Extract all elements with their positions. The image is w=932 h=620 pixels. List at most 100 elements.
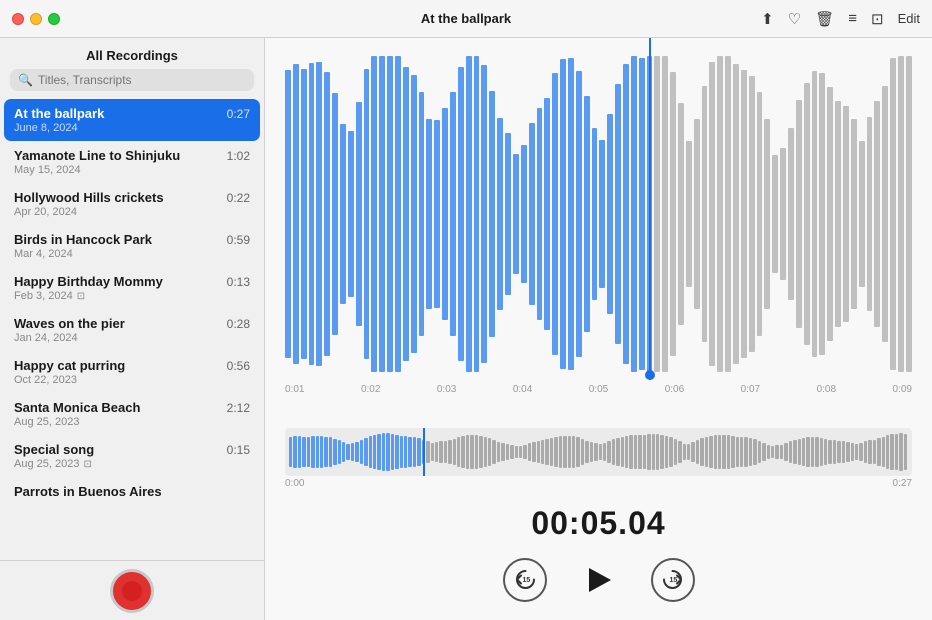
recordings-list: At the ballpark 0:27 June 8, 2024 Yamano… xyxy=(0,99,264,560)
waveform-bar xyxy=(725,56,731,371)
mini-bar xyxy=(855,444,858,460)
waveform-bar xyxy=(576,71,582,356)
recording-item[interactable]: Happy cat purring 0:56 Oct 22, 2023 xyxy=(0,351,264,393)
maximize-button[interactable] xyxy=(48,13,60,25)
mini-bar xyxy=(572,436,575,467)
skip-back-button[interactable]: 15 xyxy=(503,558,547,602)
waveform-bar xyxy=(285,70,291,359)
recording-duration: 0:15 xyxy=(227,443,250,457)
waveform-bar xyxy=(419,92,425,336)
mini-bar xyxy=(448,440,451,463)
mini-bar xyxy=(563,436,566,469)
time-label: 0:04 xyxy=(513,384,532,396)
skip-back-icon: 15 xyxy=(513,568,537,592)
waveform-bar xyxy=(804,83,810,346)
recording-item[interactable]: Yamanote Line to Shinjuku 1:02 May 15, 2… xyxy=(0,141,264,183)
recording-date: Aug 25, 2023 xyxy=(14,458,79,470)
mini-bar xyxy=(758,441,761,463)
mini-bar xyxy=(616,438,619,467)
recording-item[interactable]: Birds in Hancock Park 0:59 Mar 4, 2024 xyxy=(0,225,264,267)
close-button[interactable] xyxy=(12,13,24,25)
main-waveform[interactable] xyxy=(285,48,912,380)
mini-bar xyxy=(828,440,831,464)
recording-title: Birds in Hancock Park xyxy=(14,232,152,247)
time-label: 0:05 xyxy=(589,384,608,396)
waveform-bar xyxy=(364,69,370,360)
recording-item[interactable]: At the ballpark 0:27 June 8, 2024 xyxy=(4,99,260,141)
mini-bar xyxy=(576,437,579,466)
recording-date: May 15, 2024 xyxy=(14,164,81,176)
recording-item[interactable]: Waves on the pier 0:28 Jan 24, 2024 xyxy=(0,309,264,351)
share-icon[interactable]: ⬆ xyxy=(761,10,774,28)
mini-bar xyxy=(678,441,681,462)
recording-title: Happy Birthday Mommy xyxy=(14,274,163,289)
mini-bar xyxy=(634,435,637,469)
mini-bar xyxy=(744,437,747,466)
titlebar-actions: ⬆ ♡ 🗑 ≡ ⊡ Edit xyxy=(761,10,920,28)
time-label: 0:09 xyxy=(893,384,912,396)
play-button[interactable] xyxy=(575,556,623,604)
captions-icon[interactable]: ⊡ xyxy=(871,10,884,28)
mini-playhead xyxy=(423,428,425,476)
recording-title: Waves on the pier xyxy=(14,316,125,331)
waveform-bar xyxy=(898,56,904,371)
mini-bar xyxy=(484,437,487,467)
search-bar[interactable]: 🔍 xyxy=(10,69,254,91)
record-button[interactable] xyxy=(110,569,154,613)
mini-bar xyxy=(714,435,717,469)
svg-text:15: 15 xyxy=(522,577,530,584)
mini-bar xyxy=(439,441,442,462)
mini-bar xyxy=(289,437,292,467)
waveform-bar xyxy=(348,131,354,296)
mini-bar xyxy=(541,440,544,463)
mini-bar xyxy=(320,436,323,468)
mini-bar xyxy=(638,435,641,468)
edit-button[interactable]: Edit xyxy=(898,11,920,26)
favorite-icon[interactable]: ♡ xyxy=(788,10,801,28)
recording-item[interactable]: Hollywood Hills crickets 0:22 Apr 20, 20… xyxy=(0,183,264,225)
waveform-bar xyxy=(694,119,700,309)
waveform-bar xyxy=(426,119,432,310)
trash-icon[interactable]: 🗑 xyxy=(815,10,834,28)
mini-bars xyxy=(289,428,908,476)
window-title: At the ballpark xyxy=(421,11,511,26)
mini-bar xyxy=(492,440,495,464)
mini-bar xyxy=(674,439,677,464)
waveform-bar xyxy=(812,71,818,356)
mini-bar xyxy=(789,441,792,462)
mini-bar xyxy=(532,442,535,462)
mini-bar xyxy=(665,436,668,468)
waveform-bar xyxy=(780,148,786,281)
skip-forward-button[interactable]: 15 xyxy=(651,558,695,602)
timer-display: 00:05.04 xyxy=(265,497,932,548)
waveform-area[interactable]: 0:010:020:030:040:050:060:070:080:09 xyxy=(265,38,932,420)
waveform-bar xyxy=(749,76,755,352)
playhead-line[interactable] xyxy=(649,38,651,380)
waveform-bar xyxy=(654,56,660,371)
waveform-bar xyxy=(592,128,598,299)
recording-item[interactable]: Parrots in Buenos Aires xyxy=(0,477,264,507)
list-icon[interactable]: ≡ xyxy=(848,10,857,27)
minimize-button[interactable] xyxy=(30,13,42,25)
main-panel: 0:010:020:030:040:050:060:070:080:09 0:0… xyxy=(265,38,932,620)
mini-bar xyxy=(435,442,438,461)
search-input[interactable] xyxy=(38,73,246,87)
recording-title: Special song xyxy=(14,442,94,457)
mini-waveform[interactable] xyxy=(285,428,912,476)
recording-item[interactable]: Santa Monica Beach 2:12 Aug 25, 2023 xyxy=(0,393,264,435)
recording-title: Hollywood Hills crickets xyxy=(14,190,164,205)
mini-bar xyxy=(753,439,756,464)
mini-bar xyxy=(629,435,632,468)
mini-bar xyxy=(647,434,650,470)
mini-bar xyxy=(568,436,571,468)
waveform-bar xyxy=(395,56,401,371)
recording-item[interactable]: Happy Birthday Mommy 0:13 Feb 3, 2024 ⊡ xyxy=(0,267,264,309)
recording-item[interactable]: Special song 0:15 Aug 25, 2023 ⊡ xyxy=(0,435,264,477)
mini-waveform-section[interactable]: 0:00 0:27 xyxy=(265,420,932,497)
mini-bar xyxy=(413,437,416,466)
mini-bar xyxy=(859,443,862,462)
svg-text:15: 15 xyxy=(669,577,677,584)
mini-bar xyxy=(293,436,296,467)
mini-bar xyxy=(899,433,902,470)
mini-bar xyxy=(882,437,885,468)
